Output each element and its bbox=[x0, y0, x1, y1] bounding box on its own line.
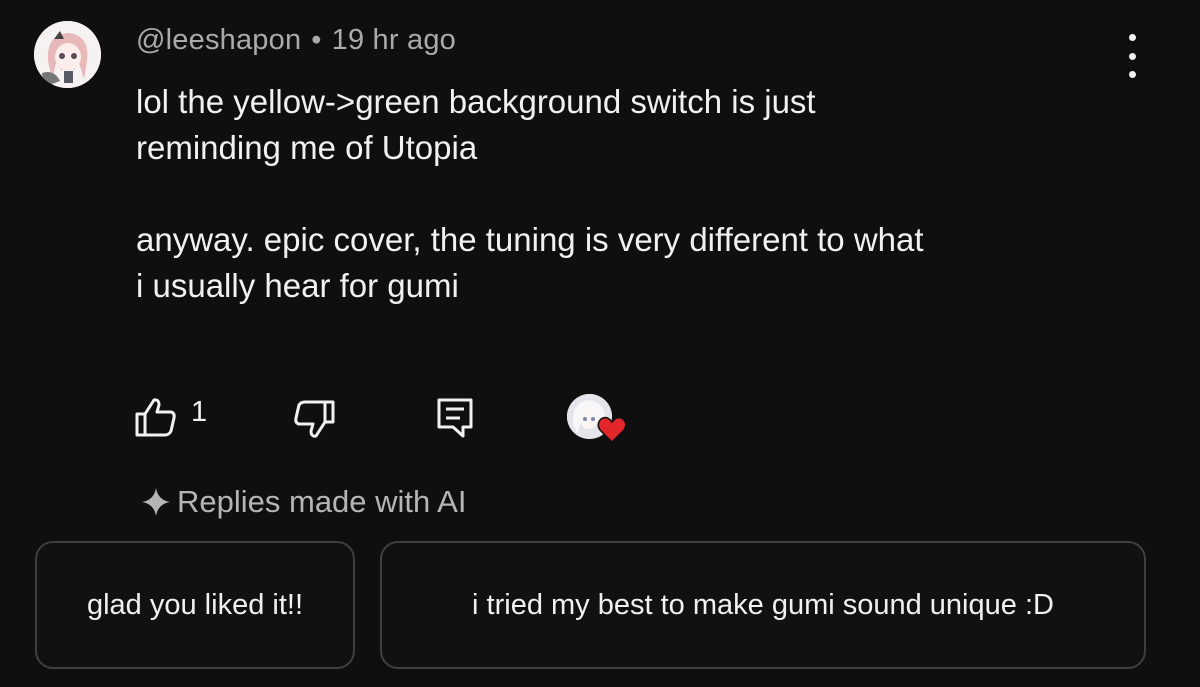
thumb-down-icon[interactable] bbox=[292, 398, 336, 440]
menu-dot bbox=[1128, 71, 1136, 78]
ai-replies-text: Replies made with AI bbox=[177, 484, 467, 519]
heart-icon bbox=[597, 416, 627, 444]
ai-reply-suggestion[interactable]: glad you liked it!! bbox=[35, 541, 355, 669]
ai-reply-suggestion[interactable]: i tried my best to make gumi sound uniqu… bbox=[380, 541, 1146, 669]
reply-comment-icon[interactable] bbox=[436, 397, 474, 439]
header-separator: • bbox=[311, 24, 322, 56]
creator-heart-badge[interactable] bbox=[567, 394, 629, 446]
menu-dot bbox=[1128, 52, 1136, 60]
comment-text: lol the yellow->green background switch … bbox=[136, 83, 924, 304]
menu-dot bbox=[1128, 34, 1136, 41]
thumb-up-icon[interactable] bbox=[134, 396, 178, 438]
sparkle-icon bbox=[142, 488, 170, 516]
avatar-illustration bbox=[34, 21, 101, 88]
author-avatar[interactable] bbox=[34, 21, 101, 88]
comment-header: @leeshapon • 19 hr ago bbox=[136, 24, 456, 57]
ai-replies-label: Replies made with AI bbox=[141, 484, 466, 520]
comment-timestamp[interactable]: 19 hr ago bbox=[332, 24, 456, 56]
like-count: 1 bbox=[191, 396, 208, 428]
author-handle[interactable]: @leeshapon bbox=[136, 24, 301, 56]
more-vert-icon[interactable] bbox=[1117, 34, 1147, 78]
